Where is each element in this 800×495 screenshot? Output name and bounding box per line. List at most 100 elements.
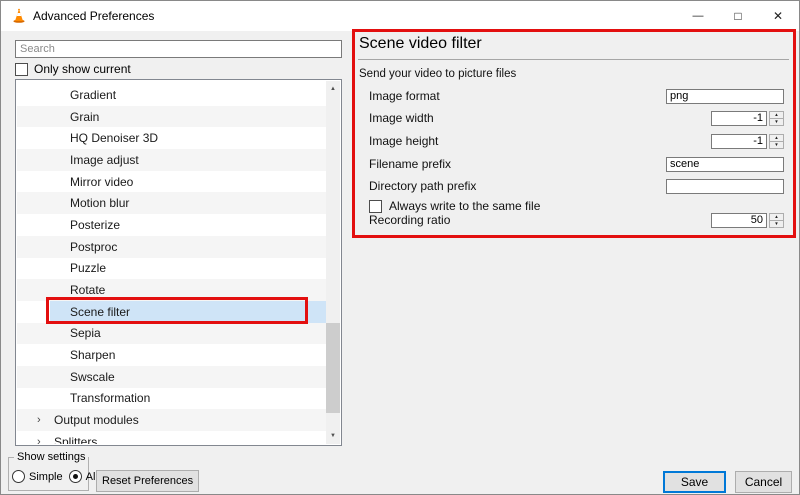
tree-item-label: Swscale bbox=[70, 370, 115, 384]
field-row-directory-path-prefix: Directory path prefix bbox=[369, 178, 784, 194]
tree-item-motion-blur[interactable]: Motion blur bbox=[17, 192, 326, 214]
scroll-up-button[interactable]: ▲ bbox=[326, 81, 340, 97]
tree-item-label: HQ Denoiser 3D bbox=[70, 131, 158, 145]
tree-item-label: Sepia bbox=[70, 326, 101, 340]
radio-simple-label[interactable]: Simple bbox=[29, 471, 63, 483]
field-row-image-width: Image width ▲ ▼ bbox=[369, 110, 784, 126]
tree-item-postproc[interactable]: Postproc bbox=[17, 236, 326, 258]
scrollbar-track[interactable] bbox=[326, 97, 340, 428]
radio-selected-dot bbox=[73, 474, 78, 479]
tree-item-sepia[interactable]: Sepia bbox=[17, 323, 326, 345]
window-title: Advanced Preferences bbox=[33, 1, 154, 31]
always-write-label: Always write to the same file bbox=[389, 199, 540, 213]
close-button[interactable]: ✕ bbox=[758, 1, 798, 31]
arrow-up-icon: ▲ bbox=[774, 112, 778, 117]
image-width-input[interactable] bbox=[711, 111, 767, 126]
tree-scrollbar[interactable]: ▲ ▼ bbox=[326, 81, 340, 444]
tree-item-splitters[interactable]: ›Splitters bbox=[17, 431, 326, 444]
close-icon: ✕ bbox=[773, 9, 783, 23]
tree-item-mirror-video[interactable]: Mirror video bbox=[17, 171, 326, 193]
tree-item-label: Sharpen bbox=[70, 348, 115, 362]
tree-item-label: Puzzle bbox=[70, 261, 106, 275]
scene-filter-panel: Scene video filter Send your video to pi… bbox=[355, 32, 793, 235]
image-format-input[interactable] bbox=[666, 89, 784, 104]
tree-item-label: Transformation bbox=[70, 391, 150, 405]
tree-item-label: Rotate bbox=[70, 283, 105, 297]
chevron-right-icon[interactable]: › bbox=[37, 414, 54, 426]
spin-up-button[interactable]: ▲ bbox=[769, 111, 784, 119]
tree-item-label: Posterize bbox=[70, 218, 120, 232]
directory-path-prefix-input[interactable] bbox=[666, 179, 784, 194]
tree-item-hq-denoiser-3d[interactable]: HQ Denoiser 3D bbox=[17, 127, 326, 149]
cancel-button[interactable]: Cancel bbox=[735, 471, 792, 493]
spin-up-button[interactable]: ▲ bbox=[769, 213, 784, 221]
tree-item-label: Grain bbox=[70, 110, 99, 124]
only-show-current-checkbox[interactable] bbox=[15, 63, 28, 76]
tree-item-scene-filter[interactable]: Scene filter bbox=[17, 301, 326, 323]
arrow-down-icon: ▼ bbox=[774, 119, 778, 124]
tree-item-output-modules[interactable]: ›Output modules bbox=[17, 409, 326, 431]
tree-item-swscale[interactable]: Swscale bbox=[17, 366, 326, 388]
field-row-image-height: Image height ▲ ▼ bbox=[369, 133, 784, 149]
spin-down-button[interactable]: ▼ bbox=[769, 119, 784, 126]
directory-path-prefix-label: Directory path prefix bbox=[369, 179, 476, 193]
tree-item-gradient[interactable]: Gradient bbox=[17, 84, 326, 106]
tree-item-sharpen[interactable]: Sharpen bbox=[17, 344, 326, 366]
preferences-tree: Gradient Grain HQ Denoiser 3D Image adju… bbox=[15, 79, 342, 446]
tree-item-posterize[interactable]: Posterize bbox=[17, 214, 326, 236]
panel-description: Send your video to picture files bbox=[359, 68, 516, 80]
tree-item-label: Motion blur bbox=[70, 196, 129, 210]
tree-rows: Gradient Grain HQ Denoiser 3D Image adju… bbox=[17, 81, 326, 444]
save-button[interactable]: Save bbox=[663, 471, 726, 493]
minimize-icon: — bbox=[693, 10, 704, 22]
maximize-icon: □ bbox=[734, 9, 741, 23]
arrow-down-icon: ▼ bbox=[774, 142, 778, 147]
tree-item-transformation[interactable]: Transformation bbox=[17, 388, 326, 410]
arrow-up-icon: ▲ bbox=[774, 214, 778, 219]
spin-up-button[interactable]: ▲ bbox=[769, 134, 784, 142]
field-row-filename-prefix: Filename prefix bbox=[369, 156, 784, 172]
arrow-down-icon: ▼ bbox=[774, 221, 778, 226]
image-height-label: Image height bbox=[369, 134, 438, 148]
panel-title: Scene video filter bbox=[359, 35, 482, 53]
reset-preferences-button[interactable]: Reset Preferences bbox=[96, 470, 199, 492]
tree-item-label: Output modules bbox=[54, 413, 139, 427]
tree-item-label: Image adjust bbox=[70, 153, 139, 167]
tree-item-image-adjust[interactable]: Image adjust bbox=[17, 149, 326, 171]
chevron-right-icon[interactable]: › bbox=[37, 436, 54, 444]
radio-simple[interactable] bbox=[12, 470, 25, 483]
filename-prefix-input[interactable] bbox=[666, 157, 784, 172]
tree-item-grain[interactable]: Grain bbox=[17, 106, 326, 128]
tree-item-label: Postproc bbox=[70, 240, 117, 254]
maximize-button[interactable]: □ bbox=[718, 1, 758, 31]
only-show-current-label: Only show current bbox=[34, 62, 131, 76]
tree-item-puzzle[interactable]: Puzzle bbox=[17, 258, 326, 280]
tree-item-label: Splitters bbox=[54, 435, 97, 444]
image-width-label: Image width bbox=[369, 111, 434, 125]
always-write-checkbox[interactable] bbox=[369, 200, 382, 213]
image-height-input[interactable] bbox=[711, 134, 767, 149]
tree-item-label: Scene filter bbox=[70, 305, 130, 319]
panel-separator bbox=[358, 59, 789, 60]
radio-all[interactable] bbox=[69, 470, 82, 483]
spin-down-button[interactable]: ▼ bbox=[769, 221, 784, 228]
recording-ratio-label: Recording ratio bbox=[369, 213, 450, 227]
scroll-down-button[interactable]: ▼ bbox=[326, 428, 340, 444]
only-show-current-option[interactable]: Only show current bbox=[15, 62, 131, 76]
scrollbar-thumb[interactable] bbox=[326, 323, 340, 413]
minimize-button[interactable]: — bbox=[678, 1, 718, 31]
arrow-up-icon: ▲ bbox=[774, 135, 778, 140]
advanced-preferences-window: Advanced Preferences — □ ✕ Only show cur… bbox=[0, 0, 800, 495]
vlc-cone-icon bbox=[11, 8, 27, 24]
recording-ratio-input[interactable] bbox=[711, 213, 767, 228]
tree-item-label: Mirror video bbox=[70, 175, 133, 189]
filename-prefix-label: Filename prefix bbox=[369, 157, 451, 171]
field-row-recording-ratio: Recording ratio ▲ ▼ bbox=[369, 212, 784, 228]
tree-item-rotate[interactable]: Rotate bbox=[17, 279, 326, 301]
arrow-up-icon: ▲ bbox=[330, 86, 336, 92]
search-input[interactable] bbox=[15, 40, 342, 58]
show-settings-label: Show settings bbox=[14, 451, 88, 463]
arrow-down-icon: ▼ bbox=[330, 433, 336, 439]
image-format-label: Image format bbox=[369, 89, 440, 103]
spin-down-button[interactable]: ▼ bbox=[769, 142, 784, 149]
